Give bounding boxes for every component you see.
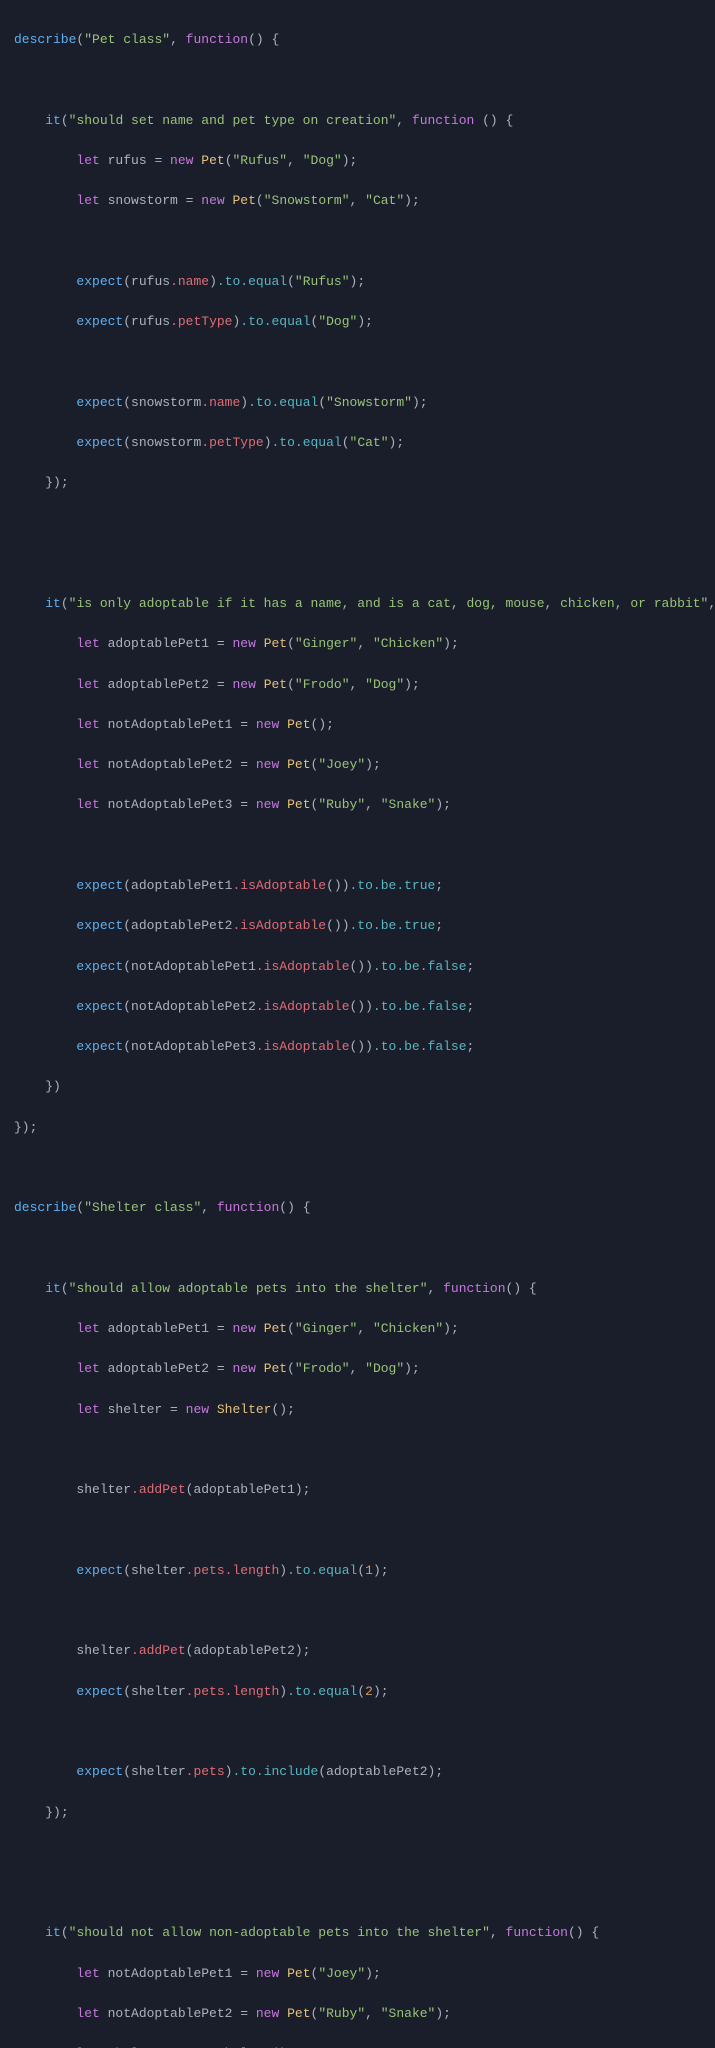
code-content: describe("Pet class", function() { it("s… <box>14 10 701 2048</box>
code-editor: describe("Pet class", function() { it("s… <box>14 10 701 2048</box>
